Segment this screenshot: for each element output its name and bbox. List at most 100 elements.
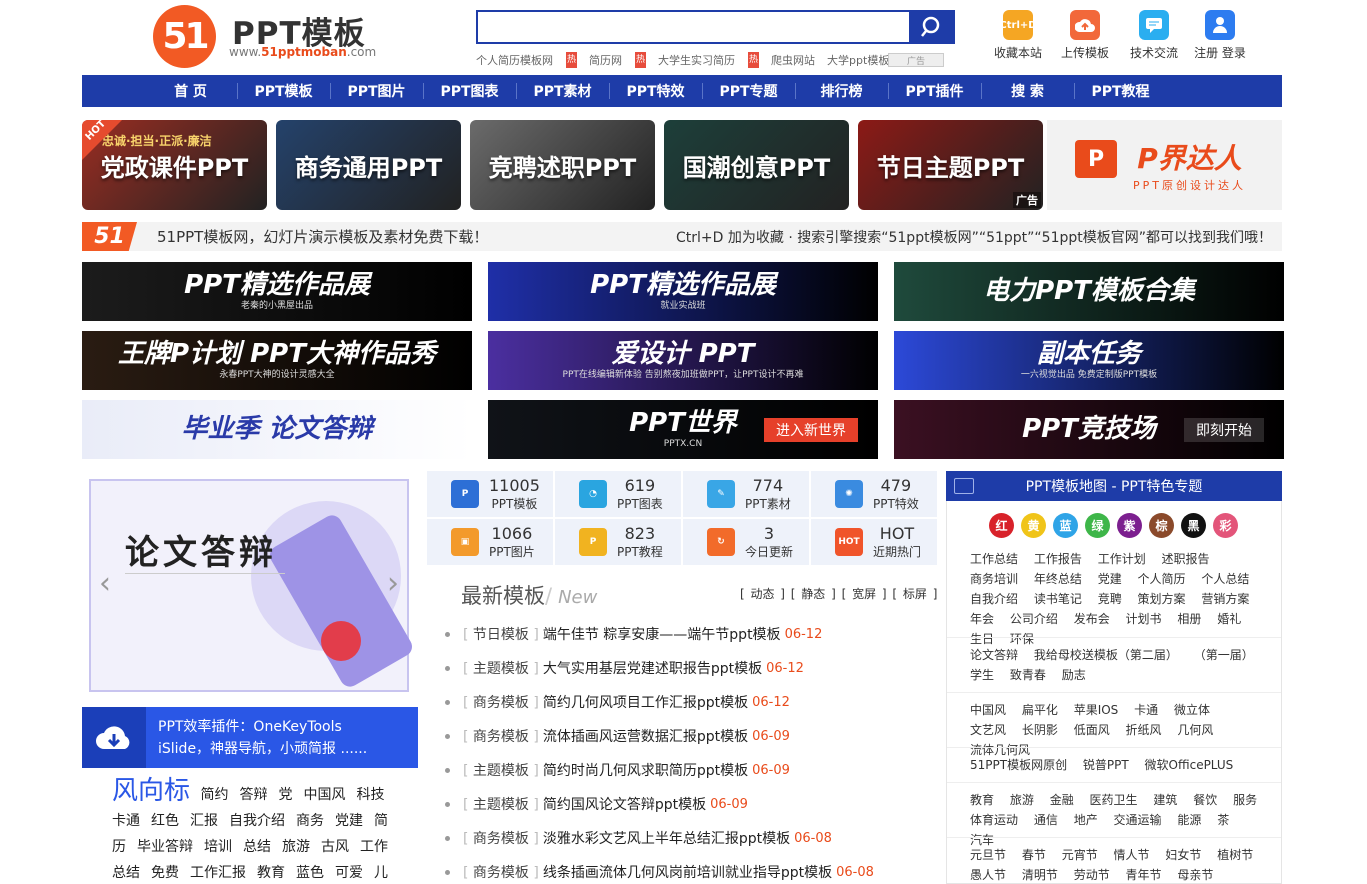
topic-link[interactable]: 生日 — [970, 632, 994, 646]
stat-5[interactable]: ▣ 1066 PPT图片 — [427, 519, 553, 565]
topic-link[interactable]: 母亲节 — [1177, 868, 1213, 882]
topic-link[interactable]: 建筑 — [1153, 793, 1177, 807]
topic-link[interactable]: 通信 — [1034, 813, 1058, 827]
nav-item-3[interactable]: PPT图片 — [330, 81, 423, 101]
topic-link[interactable]: 致青春 — [1010, 668, 1046, 682]
trend-keyword[interactable]: 简约 — [200, 787, 228, 803]
topic-link[interactable]: 读书笔记 — [1034, 592, 1082, 606]
tool-1[interactable]: Ctrl+D 收藏本站 — [988, 10, 1048, 61]
list-title[interactable]: 简约几何风项目工作汇报ppt模板 — [543, 692, 748, 712]
list-category[interactable]: [ 主题模板 ] — [463, 794, 539, 814]
slide-prev-arrow[interactable]: ‹ — [99, 566, 111, 601]
topic-link[interactable]: 学生 — [970, 668, 994, 682]
trend-keyword[interactable]: 旅游 — [282, 839, 310, 855]
list-title[interactable]: 大气实用基层党建述职报告ppt模板 — [543, 658, 762, 678]
trend-keyword[interactable]: 党建 — [335, 813, 363, 829]
nav-item-8[interactable]: 排行榜 — [795, 81, 888, 101]
nav-item-1[interactable]: 首 页 — [144, 81, 237, 101]
trend-keyword[interactable]: 商务 — [296, 813, 324, 829]
trend-keyword[interactable]: 古风 — [321, 839, 349, 855]
list-category[interactable]: [ 主题模板 ] — [463, 760, 539, 780]
stat-7[interactable]: ↻ 3 今日更新 — [683, 519, 809, 565]
topic-link[interactable]: 劳动节 — [1074, 868, 1110, 882]
topic-link[interactable]: 自我介绍 — [970, 592, 1018, 606]
hot-keyword-link[interactable]: 大学生实习简历 — [658, 52, 735, 68]
promo-banner-1[interactable]: PPT精选作品展 老秦的小黑屋出品 — [82, 262, 472, 321]
trend-keyword[interactable]: 自我介绍 — [229, 813, 285, 829]
list-item[interactable]: [ 商务模板 ] 流体插画风运营数据汇报ppt模板 06-09 — [445, 719, 925, 753]
search-button[interactable] — [909, 10, 955, 44]
stat-3[interactable]: ✎ 774 PPT素材 — [683, 471, 809, 517]
topic-link[interactable]: 我给母校送模板（第二届） — [1034, 648, 1178, 662]
category-banner-3[interactable]: 竞聘述职PPT — [470, 120, 655, 210]
list-category[interactable]: [ 商务模板 ] — [463, 828, 539, 848]
stat-6[interactable]: P 823 PPT教程 — [555, 519, 681, 565]
topic-link[interactable]: 文艺风 — [970, 723, 1006, 737]
new-filters[interactable]: [ 动态 ] [ 静态 ] [ 宽屏 ] [ 标屏 ] — [740, 585, 937, 602]
list-category[interactable]: [ 主题模板 ] — [463, 658, 539, 678]
topic-link[interactable]: 春节 — [1022, 848, 1046, 862]
list-title[interactable]: 端午佳节 粽享安康——端午节ppt模板 — [543, 624, 781, 644]
trend-keyword[interactable]: 科技 — [356, 787, 384, 803]
topic-link[interactable]: 工作总结 — [970, 552, 1018, 566]
trend-keyword[interactable]: 答辩 — [239, 787, 267, 803]
list-item[interactable]: [ 主题模板 ] 简约时尚几何风求职简历ppt模板 06-09 — [445, 753, 925, 787]
trend-keyword[interactable]: 总结 — [112, 865, 140, 881]
stat-8[interactable]: HOT HOT 近期热门 — [811, 519, 937, 565]
topic-link[interactable]: 元宵节 — [1062, 848, 1098, 862]
tool-3[interactable]: 技术交流 — [1124, 10, 1184, 61]
topic-link[interactable]: 述职报告 — [1162, 552, 1210, 566]
topic-link[interactable]: 清明节 — [1022, 868, 1058, 882]
nav-item-11[interactable]: PPT教程 — [1074, 81, 1167, 101]
list-item[interactable]: [ 节日模板 ] 端午佳节 粽享安康——端午节ppt模板 06-12 — [445, 617, 925, 651]
trend-keyword[interactable]: 卡通 — [112, 813, 140, 829]
stat-2[interactable]: ◔ 619 PPT图表 — [555, 471, 681, 517]
nav-item-2[interactable]: PPT模板 — [237, 81, 330, 101]
trend-keyword[interactable]: 毕业答辩 — [137, 839, 193, 855]
hot-keyword-link[interactable]: 简历网 — [589, 52, 622, 68]
nav-item-9[interactable]: PPT插件 — [888, 81, 981, 101]
topic-link[interactable]: 个人简历 — [1138, 572, 1186, 586]
promo-banner-5[interactable]: 爱设计 PPT PPT在线编辑新体验 告别熬夜加班做PPT，让PPT设计不再难 — [488, 331, 878, 390]
topic-link[interactable]: 金融 — [1050, 793, 1074, 807]
list-title[interactable]: 简约时尚几何风求职简历ppt模板 — [543, 760, 748, 780]
banner-button[interactable]: 进入新世界 — [764, 418, 858, 442]
topic-link[interactable]: 微立体 — [1174, 703, 1210, 717]
topic-link[interactable]: 苹果IOS — [1074, 703, 1119, 717]
trend-keyword[interactable]: 蓝色 — [296, 865, 324, 881]
category-banner-1[interactable]: 忠诚·担当·正派·廉洁 党政课件PPT HOT — [82, 120, 267, 210]
trend-keyword[interactable]: 工作 — [360, 839, 388, 855]
color-filter-3[interactable]: 蓝 — [1053, 513, 1078, 538]
list-title[interactable]: 简约国风论文答辩ppt模板 — [543, 794, 706, 814]
topic-link[interactable]: 餐饮 — [1193, 793, 1217, 807]
topic-link[interactable]: 计划书 — [1126, 612, 1162, 626]
promo-banner-7[interactable]: 毕业季 论文答辩 — [82, 400, 472, 459]
color-filter-1[interactable]: 红 — [989, 513, 1014, 538]
trend-keyword[interactable]: 总结 — [243, 839, 271, 855]
topic-link[interactable]: 公司介绍 — [1010, 612, 1058, 626]
topic-link[interactable]: 教育 — [970, 793, 994, 807]
topic-link[interactable]: 折纸风 — [1126, 723, 1162, 737]
topic-link[interactable]: 论文答辩 — [970, 648, 1018, 662]
list-title[interactable]: 流体插画风运营数据汇报ppt模板 — [543, 726, 748, 746]
list-category[interactable]: [ 商务模板 ] — [463, 862, 539, 882]
featured-slide[interactable]: 论文答辩 ‹ › — [89, 479, 416, 692]
trend-keyword[interactable]: 汇报 — [190, 813, 218, 829]
topic-link[interactable]: 低面风 — [1074, 723, 1110, 737]
topic-link[interactable]: 植树节 — [1217, 848, 1253, 862]
topic-link[interactable]: 地产 — [1074, 813, 1098, 827]
search-input[interactable] — [476, 10, 910, 44]
topic-link[interactable]: 青年节 — [1126, 868, 1162, 882]
topic-link[interactable]: 能源 — [1177, 813, 1201, 827]
color-filter-6[interactable]: 棕 — [1149, 513, 1174, 538]
trend-keyword[interactable]: 中国风 — [303, 787, 345, 803]
topic-link[interactable]: 相册 — [1177, 612, 1201, 626]
topic-link[interactable]: 51PPT模板网原创 — [970, 758, 1067, 772]
slide-next-arrow[interactable]: › — [387, 566, 399, 601]
topic-link[interactable]: （第一届） — [1194, 648, 1254, 662]
topic-link[interactable]: 中国风 — [970, 703, 1006, 717]
banner-button[interactable]: 即刻开始 — [1184, 418, 1264, 442]
topic-link[interactable]: 商务培训 — [970, 572, 1018, 586]
list-category[interactable]: [ 商务模板 ] — [463, 726, 539, 746]
promo-banner-4[interactable]: 王牌P计划 PPT大神作品秀 永春PPT大神的设计灵感大全 — [82, 331, 472, 390]
